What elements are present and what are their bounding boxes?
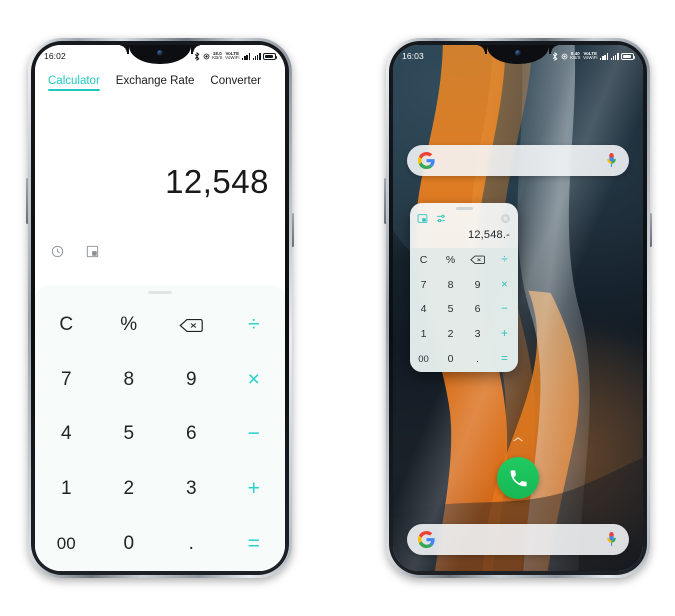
status-icons: 18.0 KB/S VoLTE VoWiFi [194,50,278,61]
data-speed-icon: 18.0 KB/S [212,50,223,60]
key-equals[interactable]: = [223,516,286,571]
key-6[interactable]: 6 [464,297,491,322]
key-4[interactable]: 4 [410,297,437,322]
left-phone: 16:02 18.0 KB/S VoLTE VoWiFi Calculator … [26,38,294,578]
microphone-icon[interactable] [605,531,618,548]
backspace-icon [470,255,485,265]
signal-sim1-icon [242,52,251,60]
key-3[interactable]: 3 [464,322,491,347]
google-search-widget-bottom[interactable] [407,524,629,555]
key-subtract[interactable]: − [491,297,518,322]
key-1[interactable]: 1 [35,462,98,517]
front-camera-icon [515,50,521,56]
front-camera-icon [157,50,163,56]
key-4[interactable]: 4 [35,407,98,462]
keypad-grid: C % ÷ 7 8 9 × 4 5 6 − 1 2 3 + 00 0 . = [35,298,285,571]
key-multiply[interactable]: × [491,272,518,297]
floating-calculator-display: 12,548.- [468,228,510,241]
left-phone-screen: 16:02 18.0 KB/S VoLTE VoWiFi Calculator … [35,45,285,571]
key-backspace[interactable] [160,298,223,353]
microphone-icon[interactable] [605,152,618,169]
key-2[interactable]: 2 [437,322,464,347]
key-9[interactable]: 9 [160,353,223,408]
key-double-zero[interactable]: 00 [35,516,98,571]
app-drawer-chevron-icon[interactable] [512,436,525,443]
tab-calculator[interactable]: Calculator [48,75,100,91]
key-clear[interactable]: C [35,298,98,353]
key-decimal[interactable]: . [464,347,491,372]
battery-icon [263,52,278,60]
key-subtract[interactable]: − [223,407,286,462]
tab-exchange-rate[interactable]: Exchange Rate [116,75,195,91]
status-icons: 0.40 KB/S VoLTE VoWiFi [552,50,636,61]
google-logo-icon [418,152,435,169]
calculator-tools [51,245,99,258]
floating-calculator-keypad: C % ÷ 7 8 9 × 4 5 6 − 1 2 3 + 00 0 . = [410,247,518,372]
key-6[interactable]: 6 [160,407,223,462]
key-1[interactable]: 1 [410,322,437,347]
key-double-zero[interactable]: 00 [410,347,437,372]
key-0[interactable]: 0 [98,516,161,571]
signal-sim2-icon [252,52,261,60]
key-5[interactable]: 5 [437,297,464,322]
key-equals[interactable]: = [491,347,518,372]
picture-in-picture-icon[interactable] [417,213,428,224]
backspace-icon [179,318,204,332]
tab-converter[interactable]: Converter [210,75,261,91]
key-5[interactable]: 5 [98,407,161,462]
floating-window-icon[interactable] [86,245,99,258]
key-7[interactable]: 7 [35,353,98,408]
key-divide[interactable]: ÷ [223,298,286,353]
key-percent[interactable]: % [98,298,161,353]
calculator-keypad: C % ÷ 7 8 9 × 4 5 6 − 1 2 3 + 00 0 . = [35,285,285,571]
google-logo-icon [418,531,435,548]
key-0[interactable]: 0 [437,347,464,372]
home-screen: 16:03 0.40 KB/S VoLTE VoWiFi 12,548.- C … [393,45,643,571]
key-divide[interactable]: ÷ [491,248,518,273]
phone-handset-icon [510,469,527,486]
key-add[interactable]: + [491,322,518,347]
key-2[interactable]: 2 [98,462,161,517]
volte-icon: VoLTE VoWiFi [225,50,240,60]
key-8[interactable]: 8 [98,353,161,408]
status-time: 16:02 [44,51,66,61]
data-speed-icon: 0.40 KB/S [570,50,581,60]
key-3[interactable]: 3 [160,462,223,517]
volte-icon: VoLTE VoWiFi [583,50,598,60]
key-add[interactable]: + [223,462,286,517]
screenshot-root: 16:02 18.0 KB/S VoLTE VoWiFi Calculator … [0,0,675,616]
status-time: 16:03 [402,51,424,61]
location-icon [203,53,210,59]
key-7[interactable]: 7 [410,272,437,297]
key-8[interactable]: 8 [437,272,464,297]
phone-dialer-icon[interactable] [497,457,539,499]
key-clear[interactable]: C [410,248,437,273]
history-icon[interactable] [51,245,64,258]
battery-icon [621,52,636,60]
calculator-display: 12,548 [165,163,269,200]
keypad-drag-handle[interactable] [148,291,172,294]
key-backspace[interactable] [464,248,491,273]
google-search-widget-top[interactable] [407,145,629,176]
right-phone: 16:03 0.40 KB/S VoLTE VoWiFi 12,548.- C … [384,38,652,578]
close-icon[interactable] [500,213,511,224]
location-icon [561,53,568,59]
floating-window-header [410,210,518,224]
signal-sim2-icon [610,52,619,60]
settings-sliders-icon[interactable] [436,213,447,224]
floating-calculator-window[interactable]: 12,548.- C % ÷ 7 8 9 × 4 5 6 − 1 2 3 + 0… [410,203,518,372]
signal-sim1-icon [600,52,609,60]
key-decimal[interactable]: . [160,516,223,571]
right-phone-screen: 16:03 0.40 KB/S VoLTE VoWiFi 12,548.- C … [393,45,643,571]
key-percent[interactable]: % [437,248,464,273]
app-tabs: Calculator Exchange Rate Converter [35,75,285,91]
key-multiply[interactable]: × [223,353,286,408]
calculator-app: Calculator Exchange Rate Converter 12,54… [35,45,285,571]
key-9[interactable]: 9 [464,272,491,297]
